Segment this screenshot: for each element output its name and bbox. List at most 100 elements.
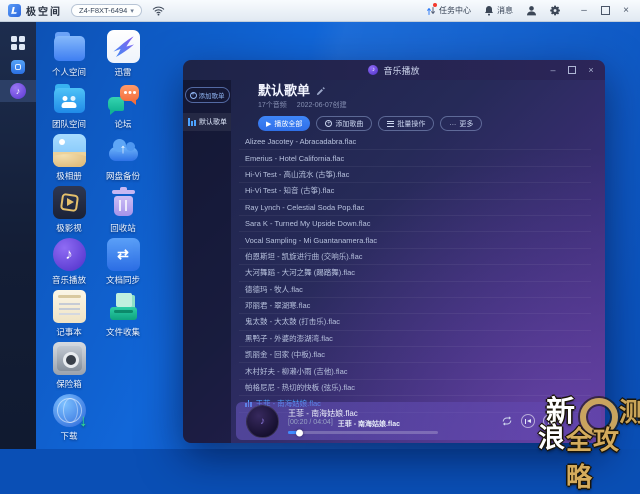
app-label: 记事本 [56, 327, 82, 337]
desktop-icon[interactable]: 回收站 [94, 186, 152, 238]
more-button[interactable]: … 更多 [440, 116, 483, 131]
file-collect-icon [107, 290, 140, 323]
desktop-icon[interactable]: 记事本 [40, 290, 98, 342]
dock-running-app-button[interactable] [0, 56, 36, 78]
song-row[interactable]: 大河舞蹈 - 大河之舞 (踢踏舞).flac [239, 265, 591, 282]
photos-icon [52, 134, 86, 167]
task-center-label: 任务中心 [439, 6, 471, 15]
song-row[interactable]: 德德玛 - 牧人.flac [239, 282, 591, 298]
song-row[interactable]: Hi-Vi Test - 高山流水 (古筝).flac [239, 167, 591, 184]
desktop-icon[interactable]: 团队空间 [40, 82, 98, 134]
song-row[interactable]: Sara K - Turned My Upside Down.flac [239, 216, 591, 233]
desktop-icon[interactable]: 论坛 [94, 82, 152, 134]
song-title: 凯丽金 - 回家 (中板).flac [245, 350, 325, 360]
repeat-icon [502, 416, 512, 426]
song-row[interactable]: 帕格尼尼 - 热切的快板 (弦乐).flac [239, 380, 591, 397]
app-label: 团队空间 [51, 119, 86, 129]
song-title: 帕格尼尼 - 热切的快板 (弦乐).flac [245, 383, 355, 393]
music-icon: ♪ [52, 238, 86, 271]
playlist-icon [188, 118, 196, 126]
app-name: 极空间 [26, 7, 62, 18]
messages-button[interactable]: 消息 [484, 5, 513, 16]
maximize-button[interactable] [599, 5, 611, 17]
player-now-playing: 王菲 - 南海姑娘.flac [337, 421, 400, 428]
song-row[interactable]: 邓丽君 - 翠湖寒.flac [239, 298, 591, 315]
repeat-button[interactable] [501, 416, 513, 426]
song-row[interactable]: 伯恩斯坦 - 凯旋进行曲 (交响乐).flac [239, 249, 591, 266]
desktop-icon[interactable]: 极影视 [40, 186, 98, 238]
edit-pencil-icon[interactable] [316, 86, 325, 96]
device-id: Z4-F8XT-6494 [79, 6, 128, 15]
album-disc-icon: ♪ [246, 404, 279, 438]
desktop-icon[interactable]: ↓ 下载 [40, 394, 98, 446]
sidebar-item-default-playlist[interactable]: 默认歌单 [183, 113, 231, 131]
close-button[interactable]: × [620, 5, 632, 17]
desktop-icon[interactable]: ↑ 网盘备份 [94, 134, 152, 186]
transfer-arrows-icon [427, 6, 435, 15]
previous-track-button[interactable] [521, 414, 535, 428]
xunlei-icon [106, 30, 140, 63]
app-label: 文档同步 [105, 275, 140, 285]
song-title: 鬼太鼓 - 大太鼓 (打击乐).flac [245, 317, 340, 327]
progress-fill [288, 429, 303, 436]
song-row[interactable]: Alizee Jacotey - Abracadabra.flac [239, 134, 591, 151]
desktop-icon[interactable]: 极相册 [40, 134, 98, 186]
song-row[interactable]: Emerius - Hotel California.flac [239, 150, 591, 167]
app-window-icon [11, 60, 25, 74]
desktop-icon[interactable]: 保险箱 [40, 342, 98, 394]
settings-button[interactable] [550, 5, 561, 16]
forum-icon [107, 82, 140, 115]
play-all-button[interactable]: ▶ 播放全部 [258, 116, 311, 131]
batch-operations-button[interactable]: 批量操作 [378, 116, 435, 131]
desktop-icon[interactable]: 个人空间 [40, 30, 98, 82]
minimize-button[interactable]: – [578, 5, 590, 17]
progress-slider[interactable] [288, 429, 438, 436]
folder-team-icon [53, 82, 86, 115]
plus-circle-icon: + [325, 120, 333, 127]
window-title-bar[interactable]: ♪ 音乐播放 – × [183, 60, 605, 80]
desktop-icons-left-column: 个人空间 团队空间 极相册 极影视 ♪ 音乐播放 记事本 保险箱 ↓ 下载 [40, 30, 98, 446]
task-center-button[interactable]: 任务中心 [426, 3, 471, 16]
song-row[interactable]: Vocal Sampling - Mi Guantanamera.flac [239, 232, 591, 249]
window-maximize-button[interactable] [567, 65, 577, 75]
previous-icon [524, 418, 532, 424]
app-label: 论坛 [114, 119, 132, 129]
desktop-icon[interactable]: ♪ 音乐播放 [40, 238, 98, 290]
cloud-backup-icon: ↑ [107, 134, 140, 167]
song-row[interactable]: Ray Lynch - Celestial Soda Pop.flac [239, 200, 591, 216]
window-close-button[interactable]: × [586, 65, 596, 75]
notification-dot [433, 3, 437, 7]
app-label: 极相册 [56, 171, 82, 181]
system-top-bar: 极空间 Z4-F8XT-6494 ▾ 任务中心 消息 – × [0, 0, 640, 22]
app-label: 下载 [60, 431, 78, 441]
song-row[interactable]: 木村好夫 - 柳濑小雨 (吉他).flac [239, 363, 591, 380]
song-row[interactable]: Hi-Vi Test - 知音 (古筝).flac [239, 183, 591, 200]
add-playlist-button[interactable]: + 添加歌单 [184, 87, 230, 103]
app-label: 回收站 [110, 223, 136, 233]
desktop-icon[interactable]: 迅雷 [94, 30, 152, 82]
add-songs-button[interactable]: + 添加歌曲 [316, 116, 373, 131]
player-time: [00:20 / 04:04] [288, 419, 333, 426]
trash-icon [107, 186, 140, 219]
desktop-icon[interactable]: ⇄ 文档同步 [94, 238, 152, 290]
notepad-icon [52, 290, 86, 323]
progress-knob[interactable] [296, 429, 303, 436]
device-selector[interactable]: Z4-F8XT-6494 ▾ [71, 4, 142, 17]
player-track-title: 王菲 - 南海姑娘.flac [288, 409, 358, 418]
dock-music-app-button[interactable]: ♪ [0, 80, 36, 102]
pause-button[interactable] [543, 414, 557, 428]
screen: { "glyphs": { "chevron_down": "▾", "mini… [0, 0, 640, 492]
wifi-icon [152, 5, 165, 16]
user-account-button[interactable] [526, 5, 537, 16]
song-row[interactable]: 鬼太鼓 - 大太鼓 (打击乐).flac [239, 314, 591, 331]
desktop-icon[interactable]: 文件收集 [94, 290, 152, 342]
window-minimize-button[interactable]: – [548, 65, 558, 75]
song-row[interactable]: 凯丽金 - 回家 (中板).flac [239, 347, 591, 364]
song-title: 黑鸭子 - 外婆的澎湖湾.flac [245, 333, 333, 343]
person-icon [527, 6, 536, 16]
song-row[interactable]: 黑鸭子 - 外婆的澎湖湾.flac [239, 331, 591, 348]
dock-apps-grid-button[interactable] [0, 32, 36, 54]
song-title: Sara K - Turned My Upside Down.flac [245, 219, 371, 229]
list-icon [387, 120, 395, 127]
song-title: 大河舞蹈 - 大河之舞 (踢踏舞).flac [245, 268, 355, 278]
